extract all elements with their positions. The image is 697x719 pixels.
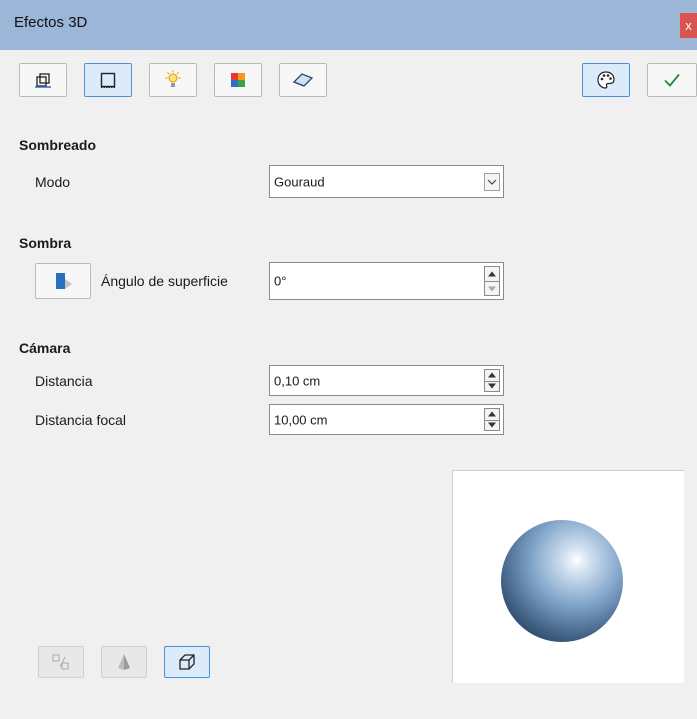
chevron-down-icon — [487, 179, 497, 185]
distancia-spin-field[interactable]: 0,10 cm — [269, 365, 504, 396]
angle-increment[interactable] — [485, 267, 499, 281]
distancia-spinner[interactable] — [484, 369, 500, 392]
textures-icon — [231, 73, 245, 87]
perspective-icon — [179, 654, 195, 670]
distancia-label: Distancia — [35, 373, 93, 389]
down-arrow-icon — [488, 383, 496, 389]
shadow-toggle-button[interactable] — [35, 263, 91, 299]
modo-dropdown-button[interactable] — [484, 172, 500, 191]
illumination-button[interactable] — [149, 63, 197, 97]
angle-label: Ángulo de superficie — [101, 273, 228, 289]
angle-spin-field[interactable]: 0° — [269, 262, 504, 300]
focal-decrement[interactable] — [485, 419, 499, 431]
apply-button[interactable] — [647, 63, 697, 97]
shading-icon — [100, 72, 116, 88]
distancia-decrement[interactable] — [485, 380, 499, 392]
up-arrow-icon — [488, 411, 496, 417]
distancia-value: 0,10 cm — [274, 373, 321, 388]
focal-increment[interactable] — [485, 409, 499, 420]
illumination-icon — [165, 70, 181, 87]
lathe-object-icon — [118, 654, 130, 670]
material-icon — [292, 73, 314, 87]
textures-button[interactable] — [214, 63, 262, 97]
angle-spinner[interactable] — [484, 266, 500, 296]
perspective-button[interactable] — [164, 646, 210, 678]
up-arrow-icon — [488, 372, 496, 378]
focal-label: Distancia focal — [35, 412, 127, 428]
shading-button[interactable] — [84, 63, 132, 97]
focal-value: 10,00 cm — [274, 412, 328, 427]
sphere-preview — [501, 520, 623, 642]
angle-decrement[interactable] — [485, 281, 499, 295]
close-button[interactable]: x — [680, 13, 697, 38]
material-button[interactable] — [279, 63, 327, 97]
down-arrow-icon — [488, 422, 496, 428]
angle-value: 0° — [274, 273, 287, 289]
title-bar: Efectos 3D x — [0, 0, 697, 50]
sombra-heading: Sombra — [19, 235, 72, 251]
palette-icon — [597, 71, 615, 89]
convert-3d-button[interactable] — [38, 646, 84, 678]
geometry-button[interactable] — [19, 63, 67, 97]
down-arrow-icon — [488, 286, 496, 291]
modo-value: Gouraud — [274, 174, 325, 189]
assign-button[interactable] — [582, 63, 630, 97]
window-title: Efectos 3D — [14, 14, 88, 31]
modo-select[interactable]: Gouraud — [269, 165, 504, 198]
distancia-increment[interactable] — [485, 370, 499, 381]
preview-pane[interactable] — [452, 470, 684, 683]
modo-label: Modo — [35, 174, 71, 190]
lathe-object-button[interactable] — [101, 646, 147, 678]
camara-heading: Cámara — [19, 340, 71, 356]
focal-spinner[interactable] — [484, 408, 500, 431]
checkmark-icon — [664, 73, 680, 87]
sombreado-heading: Sombreado — [19, 137, 97, 153]
up-arrow-icon — [488, 271, 496, 277]
convert-3d-icon — [52, 654, 69, 670]
geometry-icon — [35, 73, 51, 88]
focal-spin-field[interactable]: 10,00 cm — [269, 404, 504, 435]
shadow-icon — [56, 273, 72, 289]
